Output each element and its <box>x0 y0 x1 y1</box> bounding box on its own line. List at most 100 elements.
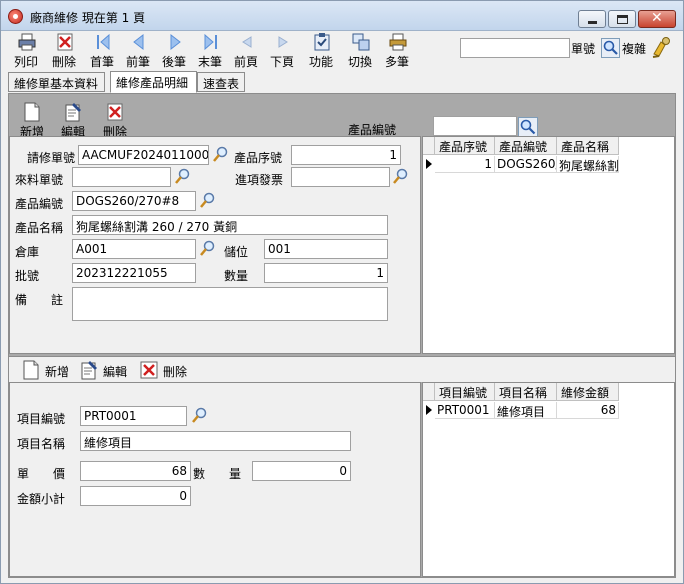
repair-number-label: 請修單號 <box>27 151 76 165</box>
repair-item-form: 項目編號 PRT0001 項目名稱 維修項目 單 價 68 數 量 0 金額小計… <box>9 382 421 577</box>
tab-quick-lookup[interactable]: 速查表 <box>197 72 245 92</box>
last-record-button[interactable]: 末筆 <box>190 33 230 70</box>
multi-record-button[interactable]: 多筆 <box>377 33 417 70</box>
table-cell[interactable]: 1 <box>435 156 495 173</box>
item-quantity-field[interactable]: 0 <box>252 461 351 481</box>
close-button[interactable]: ✕ <box>638 10 676 28</box>
product-code-label: 產品編號 <box>15 197 64 211</box>
column-header[interactable]: 產品名稱 <box>557 137 619 155</box>
next-record-icon <box>170 33 181 51</box>
input-invoice-lookup-icon[interactable] <box>392 167 410 185</box>
quantity-label: 數量 <box>224 269 249 283</box>
incoming-number-field[interactable] <box>72 167 171 187</box>
column-header[interactable]: 項目編號 <box>435 383 495 401</box>
column-header[interactable]: 產品序號 <box>435 137 495 155</box>
quantity-field[interactable]: 1 <box>264 263 388 283</box>
grid-corner <box>423 383 435 401</box>
search-icon <box>520 119 536 135</box>
first-record-button[interactable]: 首筆 <box>82 33 122 70</box>
incoming-number-lookup-icon[interactable] <box>174 167 192 185</box>
remark-field[interactable] <box>72 287 388 321</box>
product-name-label: 產品名稱 <box>15 221 64 235</box>
product-name-field[interactable]: 狗尾螺絲割溝 260 / 270 黃銅 <box>72 215 388 235</box>
repair-number-lookup-icon[interactable] <box>212 145 230 163</box>
printer-icon <box>18 33 36 51</box>
lot-number-field[interactable]: 202312221055 <box>72 263 196 283</box>
unit-price-field[interactable]: 68 <box>80 461 191 481</box>
product-add-button[interactable]: 新增 <box>10 102 54 140</box>
item-edit-button[interactable]: 編輯 <box>80 360 140 380</box>
item-name-field[interactable]: 維修項目 <box>80 431 351 451</box>
grid-corner <box>423 137 435 155</box>
product-serial-label: 產品序號 <box>234 151 283 165</box>
last-record-label: 末筆 <box>197 55 222 69</box>
next-page-label: 下頁 <box>269 55 294 69</box>
order-number-label: 單號 <box>571 42 596 56</box>
column-header[interactable]: 項目名稱 <box>495 383 557 401</box>
minimize-button[interactable] <box>578 10 606 28</box>
last-record-icon <box>204 33 217 51</box>
product-delete-button[interactable]: 刪除 <box>93 102 137 140</box>
table-cell[interactable]: 狗尾螺絲割 <box>557 156 619 173</box>
product-grid: 產品序號 產品編號 產品名稱 1 DOGS260/2 狗尾螺絲割 <box>422 136 675 354</box>
column-header[interactable]: 產品編號 <box>495 137 557 155</box>
subtotal-field[interactable]: 0 <box>80 486 191 506</box>
maximize-button[interactable] <box>608 10 636 28</box>
column-header[interactable]: 維修金額 <box>557 383 619 401</box>
copy-broom-icon[interactable] <box>651 36 671 58</box>
multi-record-label: 多筆 <box>384 55 409 69</box>
functions-label: 功能 <box>308 55 333 69</box>
next-page-icon <box>278 36 288 48</box>
next-record-button[interactable]: 後筆 <box>154 33 194 70</box>
table-cell[interactable]: 維修項目 <box>495 402 557 419</box>
item-edit-label: 編輯 <box>103 365 128 379</box>
print-button[interactable]: 列印 <box>6 33 46 70</box>
prev-record-label: 前筆 <box>125 55 150 69</box>
app-window: 廠商維修 現在第 1 頁 ✕ 列印 刪除 首筆 前筆 後筆 末筆 前頁 下頁 功… <box>0 0 684 584</box>
window-title: 廠商維修 現在第 1 頁 <box>30 11 146 25</box>
location-field[interactable]: 001 <box>264 239 388 259</box>
product-number-search-button[interactable] <box>518 117 538 137</box>
order-search-button[interactable] <box>601 38 620 58</box>
switch-label: 切換 <box>347 55 372 69</box>
table-cell[interactable]: DOGS260/2 <box>495 156 557 173</box>
prev-page-button[interactable]: 前頁 <box>226 33 266 70</box>
switch-button[interactable]: 切換 <box>340 33 380 70</box>
print-label: 列印 <box>13 55 38 69</box>
unit-price-label: 單 價 <box>17 467 66 481</box>
close-icon: ✕ <box>651 10 663 26</box>
prev-record-icon <box>133 33 144 51</box>
delete-button[interactable]: 刪除 <box>44 33 84 70</box>
prev-record-button[interactable]: 前筆 <box>118 33 158 70</box>
product-code-lookup-icon[interactable] <box>199 191 217 209</box>
next-page-button[interactable]: 下頁 <box>262 33 302 70</box>
item-delete-button[interactable]: 刪除 <box>140 360 200 380</box>
warehouse-field[interactable]: A001 <box>72 239 196 259</box>
product-code-field[interactable]: DOGS260/270#8 <box>72 191 196 211</box>
repair-number-field[interactable]: AACMUF202401100001 <box>78 145 209 165</box>
product-toolbar: 新增 編輯 刪除 產品編號 <box>9 94 675 139</box>
product-number-filter-input[interactable] <box>433 116 517 136</box>
title-bar: 廠商維修 現在第 1 頁 ✕ <box>1 1 683 31</box>
repair-item-grid: 項目編號 項目名稱 維修金額 PRT0001 維修項目 68 <box>422 382 675 577</box>
item-number-lookup-icon[interactable] <box>191 406 209 424</box>
functions-button[interactable]: 功能 <box>301 33 341 70</box>
repair-item-toolbar: 新增 編輯 刪除 <box>9 356 675 382</box>
item-number-field[interactable]: PRT0001 <box>80 406 187 426</box>
input-invoice-field[interactable] <box>291 167 390 187</box>
item-name-label: 項目名稱 <box>17 437 66 451</box>
warehouse-lookup-icon[interactable] <box>199 239 217 257</box>
subtotal-label: 金額小計 <box>17 492 66 506</box>
product-serial-field[interactable]: 1 <box>291 145 401 165</box>
product-edit-button[interactable]: 編輯 <box>51 102 95 140</box>
repair-item-section: 新增 編輯 刪除 項目編號 PRT0001 項目名稱 維修項目 單 價 68 數… <box>9 356 675 577</box>
tab-repair-basic-info[interactable]: 維修單基本資料 <box>8 72 105 92</box>
first-record-label: 首筆 <box>89 55 114 69</box>
clipboard-check-icon <box>314 33 330 51</box>
order-number-search-input[interactable] <box>460 38 570 58</box>
table-cell[interactable]: PRT0001 <box>435 402 495 419</box>
table-cell[interactable]: 68 <box>557 402 619 419</box>
item-add-button[interactable]: 新增 <box>22 360 82 380</box>
tab-repair-product-details[interactable]: 維修產品明細 <box>110 71 197 93</box>
app-icon <box>8 9 23 24</box>
